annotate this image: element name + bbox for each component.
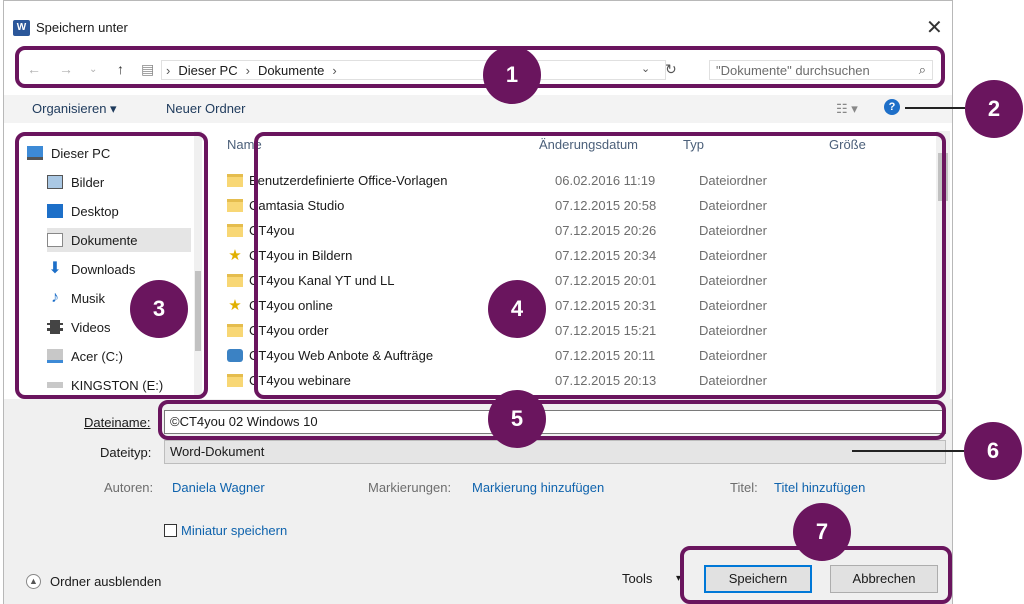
folder-icon: [227, 273, 243, 287]
tools-button[interactable]: Tools: [622, 571, 652, 586]
word-icon: W: [13, 20, 30, 36]
annotation-badge-1: 1: [483, 46, 541, 104]
toolbar: Organisieren ▾ Neuer Ordner ☷ ▾ ?: [4, 95, 952, 123]
annotation-frame-4: [254, 132, 946, 399]
annotation-badge-3: 3: [130, 280, 188, 338]
chevron-up-icon[interactable]: ▲: [26, 574, 41, 589]
folder-icon: [227, 223, 243, 237]
tags-label: Markierungen:: [368, 480, 452, 495]
hide-folders-button[interactable]: Ordner ausblenden: [50, 574, 161, 589]
close-icon[interactable]: ✕: [926, 15, 943, 40]
annotation-badge-7: 7: [793, 503, 851, 561]
title-bar: W Speichern unter ✕: [4, 1, 952, 41]
favorite-folder-icon: ★: [228, 247, 242, 264]
title-label: Titel:: [730, 480, 758, 495]
folder-icon: [227, 373, 243, 387]
folder-icon: [227, 198, 243, 212]
filetype-label: Dateityp:: [100, 445, 152, 460]
new-folder-button[interactable]: Neuer Ordner: [166, 101, 245, 116]
filename-label: Dateiname:: [84, 415, 151, 430]
authors-label: Autoren:: [104, 480, 154, 495]
thumbnail-label[interactable]: Miniatur speichern: [181, 523, 287, 538]
annotation-frame-1: [15, 46, 945, 88]
annotation-frame-5: [158, 400, 946, 440]
filetype-select[interactable]: Word-Dokument: [164, 440, 946, 464]
annotation-frame-3: [15, 132, 208, 399]
organize-button[interactable]: Organisieren ▾: [32, 101, 117, 117]
tags-field[interactable]: Markierung hinzufügen: [472, 480, 604, 495]
window-title: Speichern unter: [36, 20, 128, 35]
annotation-connector-6: [852, 450, 964, 452]
shortcut-folder-icon: [227, 348, 243, 362]
annotation-connector-2: [905, 107, 965, 109]
filetype-value: Word-Dokument: [170, 444, 265, 459]
annotation-badge-2: 2: [965, 80, 1023, 138]
folder-icon: [227, 323, 243, 337]
annotation-badge-4: 4: [488, 280, 546, 338]
title-field[interactable]: Titel hinzufügen: [774, 480, 865, 495]
annotation-badge-6: 6: [964, 422, 1022, 480]
view-options-icon[interactable]: ☷ ▾: [836, 101, 858, 117]
favorite-folder-icon: ★: [228, 297, 242, 314]
annotation-badge-5: 5: [488, 390, 546, 448]
authors-field[interactable]: Daniela Wagner: [172, 480, 265, 495]
folder-icon: [227, 173, 243, 187]
help-icon[interactable]: ?: [884, 99, 900, 115]
thumbnail-checkbox[interactable]: [164, 524, 177, 537]
